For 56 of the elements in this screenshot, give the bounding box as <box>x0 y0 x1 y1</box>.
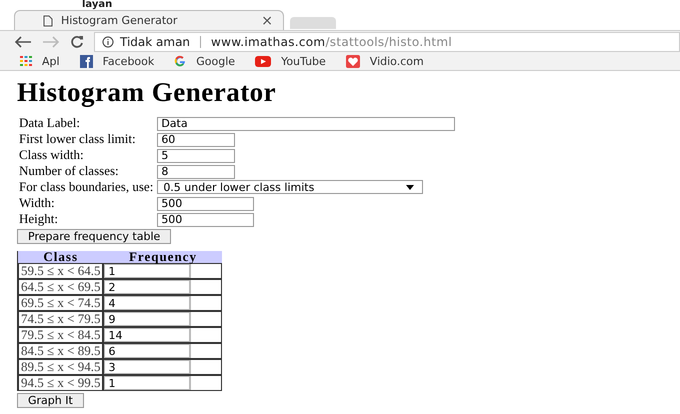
table-cell: 69.5 ≤ x < 74.5 <box>18 295 104 311</box>
frequency-field[interactable]: 1 <box>104 264 190 278</box>
prepare-button[interactable]: Prepare frequency table <box>17 229 172 244</box>
input-field[interactable]: 500 <box>157 196 254 210</box>
graph-button[interactable]: Graph It <box>17 393 84 408</box>
table-cell: 74.5 ≤ x < 79.5 <box>18 311 104 327</box>
caret-icon <box>406 184 414 190</box>
bookmark-item[interactable]: Google <box>174 54 236 68</box>
field-label: Number of classes: <box>19 163 119 178</box>
column-header: Class <box>18 251 104 263</box>
table-cell: 94.5 ≤ x < 99.5 <box>18 375 104 391</box>
apps-grid-icon <box>20 56 32 66</box>
bookmark-item[interactable]: Apl <box>20 54 60 68</box>
field-label: Width: <box>19 195 55 210</box>
play-icon <box>255 56 272 66</box>
frequency-field[interactable]: 4 <box>104 296 190 310</box>
field-label: Class width: <box>19 147 84 162</box>
frequency-field[interactable]: 6 <box>104 344 190 358</box>
frequency-field[interactable]: 9 <box>104 312 190 326</box>
google-icon <box>174 55 186 67</box>
field-label: Data Label: <box>19 115 80 130</box>
table-cell: 64.5 ≤ x < 69.5 <box>18 279 104 295</box>
facebook-icon <box>80 54 93 68</box>
bookmark-item[interactable]: Vidio.com <box>346 54 424 68</box>
page-icon <box>43 14 53 26</box>
table-cell: 79.5 ≤ x < 84.5 <box>18 327 104 343</box>
column-header: Frequency <box>103 251 222 263</box>
url-text: www.imathas.com/stattools/histo.html <box>211 34 452 48</box>
bookmark-item[interactable]: YouTube <box>255 54 326 68</box>
security-label: Tidak aman <box>120 34 190 48</box>
input-field[interactable]: Data <box>157 116 456 130</box>
table-cell: 89.5 ≤ x < 94.5 <box>18 359 104 375</box>
tab-title: Histogram Generator <box>61 14 178 27</box>
frequency-field[interactable]: 3 <box>104 360 190 374</box>
heart-icon <box>346 54 360 68</box>
input-field[interactable]: 60 <box>157 132 236 146</box>
reload-icon[interactable] <box>70 34 84 48</box>
frequency-field[interactable]: 14 <box>104 328 190 342</box>
bookmark-item[interactable]: Facebook <box>80 54 154 68</box>
table-cell: 59.5 ≤ x < 64.5 <box>18 263 104 279</box>
input-field[interactable]: 8 <box>157 164 236 178</box>
input-field[interactable]: 5 <box>157 148 236 162</box>
info-icon <box>102 36 114 48</box>
address-bar[interactable]: Tidak aman www.imathas.com/stattools/histo.html <box>94 32 680 52</box>
browser-tab[interactable]: Histogram Generator × <box>14 10 284 30</box>
input-field[interactable]: 500 <box>157 212 254 226</box>
page-heading: Histogram Generator <box>17 77 278 108</box>
field-label: For class boundaries, use: <box>19 179 154 194</box>
dropdown[interactable]: 0.5 under lower class limits <box>157 180 424 194</box>
close-icon[interactable]: × <box>261 14 273 28</box>
frequency-field[interactable]: 2 <box>104 280 190 294</box>
frequency-field[interactable]: 1 <box>104 376 190 390</box>
table-cell: 84.5 ≤ x < 89.5 <box>18 343 104 359</box>
field-label: First lower class limit: <box>19 131 136 146</box>
field-label: Height: <box>19 211 58 226</box>
back-icon[interactable] <box>14 36 32 48</box>
